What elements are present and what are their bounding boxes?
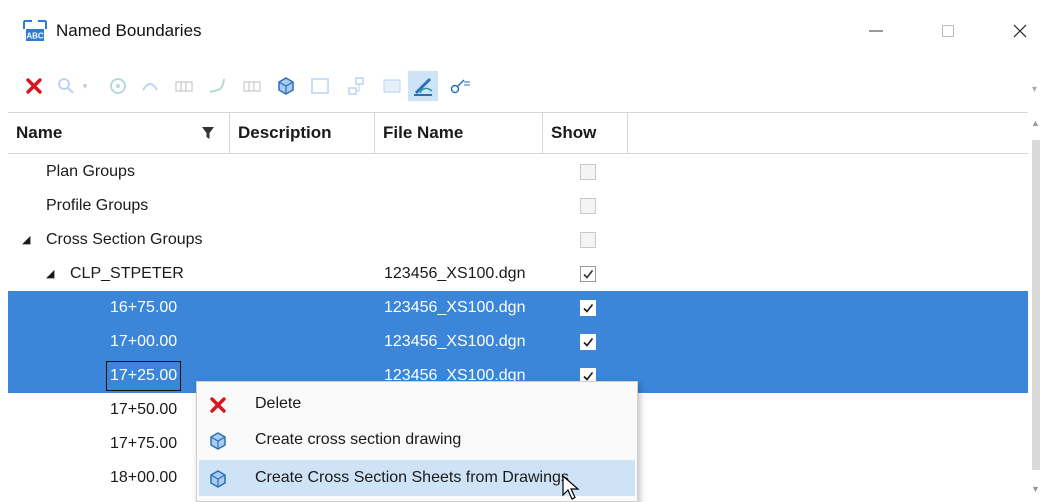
table-icon — [175, 81, 193, 92]
row-name: 17+50.00 — [110, 401, 178, 418]
column-header-file-name[interactable]: File Name — [375, 113, 543, 153]
row-name: 17+00.00 — [110, 333, 178, 350]
grid-button[interactable] — [240, 74, 264, 98]
group-icon — [110, 78, 126, 94]
maximize-button[interactable] — [928, 14, 968, 48]
key-settings-button[interactable] — [448, 74, 472, 98]
image-button[interactable] — [380, 74, 404, 98]
row-name: Profile Groups — [46, 197, 149, 214]
hierarchy-button[interactable] — [344, 74, 368, 98]
row-file-name: 123456_XS100.dgn — [384, 299, 526, 316]
checkmark-icon — [583, 270, 594, 279]
show-checkbox[interactable] — [580, 334, 596, 350]
show-checkbox[interactable] — [580, 198, 596, 214]
menu-item-delete[interactable]: Delete — [199, 386, 635, 422]
sheet-icon — [311, 78, 329, 94]
title-bar: ABC Named Boundaries — [0, 0, 1044, 62]
minimize-icon — [869, 30, 883, 32]
row-file-name: 123456_XS100.dgn — [384, 265, 526, 282]
create-drawing-icon — [278, 77, 294, 95]
grid-header: Name Description File Name Show — [8, 113, 1028, 154]
zoom-to-button[interactable] — [54, 74, 78, 98]
table-row[interactable]: ◢ CLP_STPETER 123456_XS100.dgn — [8, 257, 1028, 291]
zoom-to-icon — [58, 78, 74, 94]
checkmark-icon — [583, 338, 594, 347]
filter-icon[interactable] — [201, 126, 215, 140]
table-row[interactable]: 16+75.00 123456_XS100.dgn — [8, 291, 1028, 325]
row-name: 18+00.00 — [110, 469, 178, 486]
profile-button[interactable] — [206, 74, 230, 98]
close-icon — [1013, 24, 1027, 38]
profile-icon — [209, 78, 225, 93]
close-button[interactable] — [1000, 14, 1040, 48]
delete-icon — [26, 78, 42, 94]
show-checkbox[interactable] — [580, 266, 596, 282]
menu-item-label: Create cross section drawing — [255, 431, 462, 448]
column-header-description[interactable]: Description — [230, 113, 375, 153]
column-header-name-label: Name — [16, 123, 63, 142]
delete-button[interactable] — [22, 74, 46, 98]
menu-item-label: Create Cross Section Sheets from Drawing… — [255, 469, 569, 486]
sheet-button[interactable] — [308, 74, 332, 98]
hierarchy-icon — [348, 77, 364, 95]
key-settings-icon — [450, 79, 470, 94]
scroll-down-icon[interactable]: ▼ — [1031, 484, 1040, 494]
link-icon — [142, 83, 158, 91]
create-sheets-icon — [210, 470, 226, 488]
row-file-name: 123456_XS100.dgn — [384, 333, 526, 350]
row-name: 17+75.00 — [110, 435, 178, 452]
expand-toggle-icon[interactable]: ◢ — [22, 223, 30, 257]
table-button[interactable] — [172, 74, 196, 98]
table-row[interactable]: ◢ Cross Section Groups — [8, 223, 1028, 257]
zoom-dropdown-button[interactable]: ▾ — [80, 74, 90, 98]
minimize-button[interactable] — [856, 14, 896, 48]
delete-icon — [210, 397, 226, 413]
show-checkbox[interactable] — [580, 232, 596, 248]
menu-item-create-cross-section-drawing[interactable]: Create cross section drawing — [199, 422, 635, 458]
named-boundaries-icon: ABC — [22, 19, 48, 43]
show-checkbox[interactable] — [580, 300, 596, 316]
maximize-icon — [942, 25, 954, 37]
checkmark-icon — [583, 304, 594, 313]
show-checkbox[interactable] — [580, 164, 596, 180]
row-name: Plan Groups — [46, 163, 135, 180]
toolbar-overflow-button[interactable]: ▾ — [1032, 84, 1037, 95]
mouse-cursor-icon — [562, 475, 580, 500]
row-name: CLP_STPETER — [70, 265, 184, 282]
toolbar: ▾ ▾ — [8, 62, 1040, 112]
table-row[interactable]: 17+00.00 123456_XS100.dgn — [8, 325, 1028, 359]
create-drawing-button[interactable] — [274, 74, 298, 98]
menu-item-label: Delete — [255, 395, 302, 412]
vertical-scrollbar[interactable]: ▲ ▼ — [1028, 112, 1044, 500]
scroll-up-icon[interactable]: ▲ — [1031, 118, 1040, 128]
row-name: Cross Section Groups — [46, 231, 203, 248]
row-name: 17+25.00 — [106, 361, 182, 391]
pen-button[interactable] — [408, 71, 438, 101]
column-header-name[interactable]: Name — [8, 113, 230, 153]
table-row[interactable]: Plan Groups — [8, 155, 1028, 189]
window-title: Named Boundaries — [56, 21, 202, 40]
create-drawing-icon — [210, 432, 226, 450]
group-button[interactable] — [106, 74, 130, 98]
grid-icon — [243, 81, 261, 92]
expand-toggle-icon[interactable]: ◢ — [46, 257, 54, 291]
table-row[interactable]: Profile Groups — [8, 189, 1028, 223]
column-header-show[interactable]: Show — [543, 113, 628, 153]
link-button[interactable] — [138, 74, 162, 98]
svg-text:ABC: ABC — [26, 32, 44, 41]
pen-icon — [414, 77, 433, 96]
image-icon — [383, 79, 401, 93]
row-name: 16+75.00 — [110, 299, 178, 316]
scrollbar-thumb[interactable] — [1032, 140, 1040, 470]
